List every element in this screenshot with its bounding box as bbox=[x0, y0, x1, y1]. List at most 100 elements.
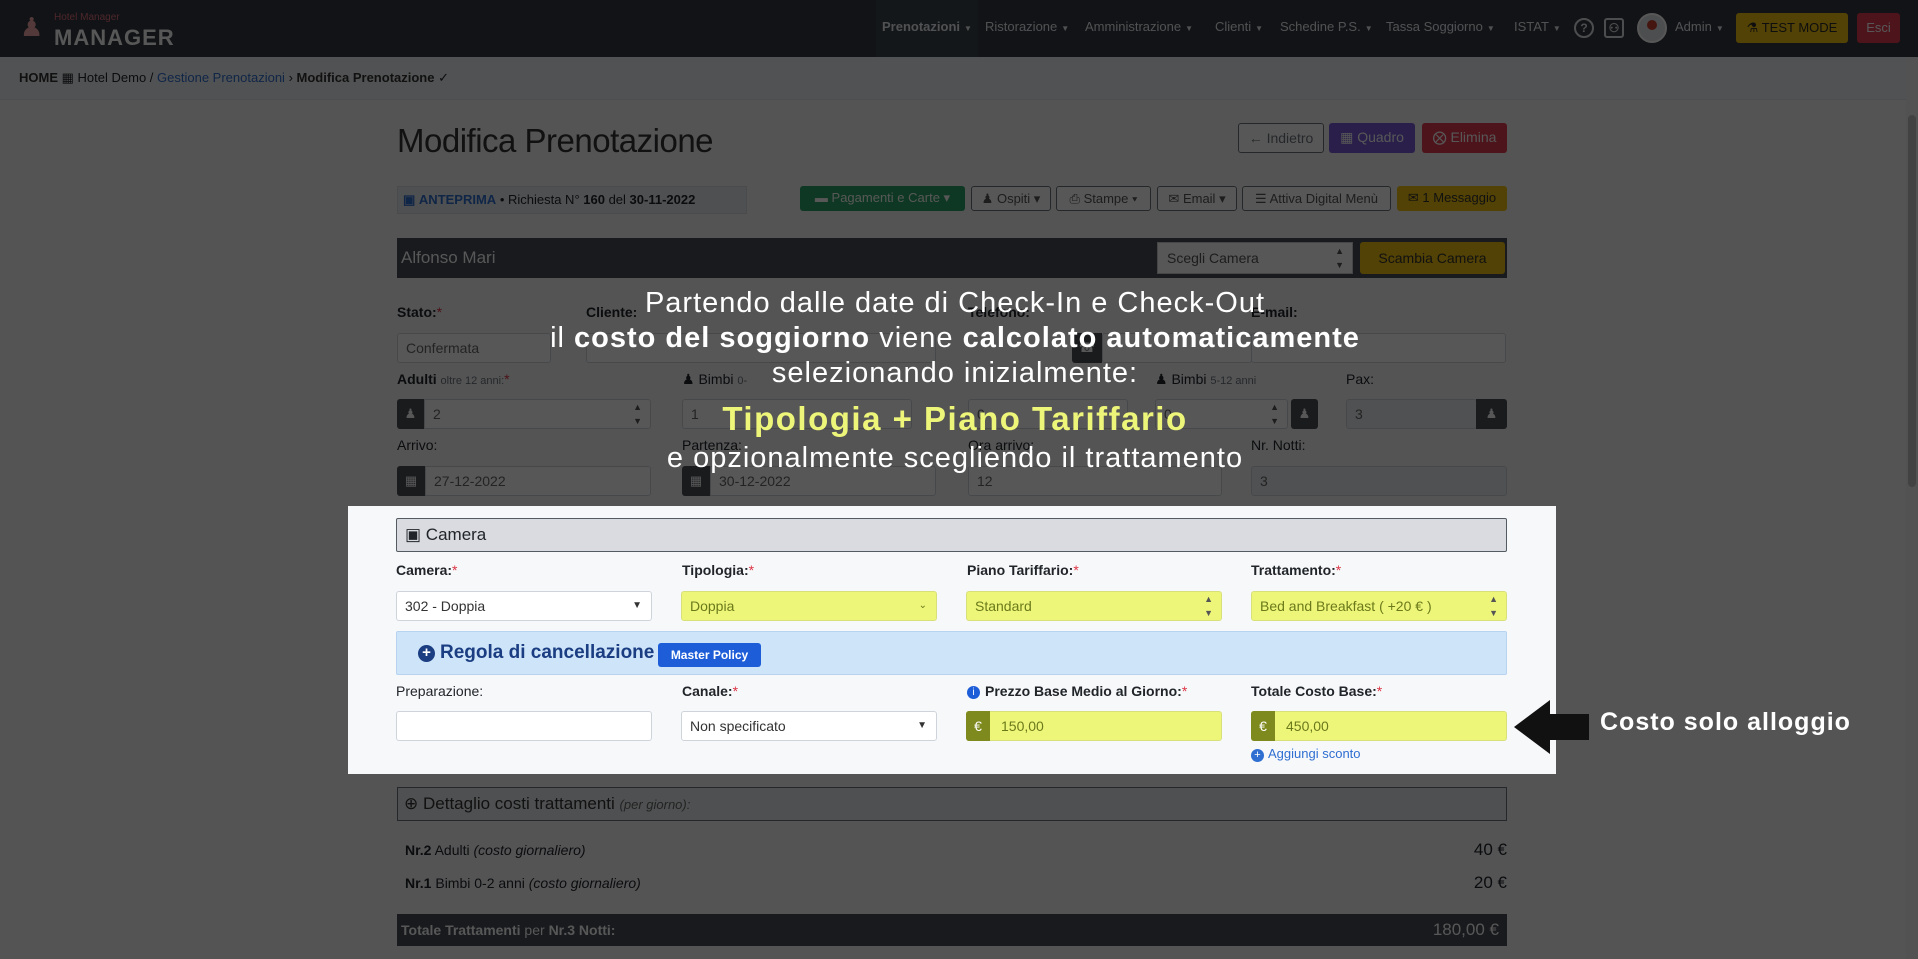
comments-icon: ✉ bbox=[1407, 190, 1419, 205]
totale-trattamenti-bar: Totale Trattamenti per Nr.3 Notti: 180,00… bbox=[397, 914, 1507, 946]
nav-tassa-soggiorno[interactable]: Tassa Soggiorno ▼ bbox=[1386, 0, 1495, 57]
info-icon[interactable]: i bbox=[967, 686, 980, 699]
avatar[interactable] bbox=[1637, 13, 1667, 43]
overlay-line-2: il costo del soggiorno viene calcolato a… bbox=[550, 322, 1360, 354]
back-button[interactable]: ← Indietro bbox=[1238, 123, 1324, 153]
badge-icon[interactable]: ⚇ bbox=[1604, 18, 1624, 38]
board-button[interactable]: ▦ Quadro bbox=[1329, 123, 1415, 153]
overlay-line-3: selezionando inizialmente: bbox=[771, 357, 1139, 389]
prints-button[interactable]: ⎙ Stampe ▾ bbox=[1056, 186, 1151, 211]
add-discount-link[interactable]: + Aggiungi sconto bbox=[1251, 746, 1361, 762]
overlay-highlight: Tipologia + Piano Tariffario bbox=[722, 400, 1188, 437]
page-scrollbar[interactable] bbox=[1906, 57, 1918, 959]
camera-select[interactable]: 302 - Doppia ▼ bbox=[396, 591, 652, 621]
dettaglio-row-adulti: Nr.2 Adulti (costo giornaliero) bbox=[405, 842, 586, 858]
monitor-icon: ▣ bbox=[403, 192, 416, 207]
trattamento-label: Trattamento:* bbox=[1251, 562, 1342, 578]
request-date: 30-11-2022 bbox=[629, 192, 696, 207]
totale-trattamenti-value: 180,00 € bbox=[1432, 920, 1499, 939]
trattamento-select[interactable]: Bed and Breakfast ( +20 € ) ▲ ▼ bbox=[1251, 591, 1507, 621]
totale-costo-field[interactable]: 450,00 bbox=[1251, 711, 1507, 741]
digital-menu-button[interactable]: ☰ Attiva Digital Menù bbox=[1242, 186, 1391, 211]
close-circle-icon: ⨂ bbox=[1432, 129, 1447, 145]
check-icon: ✓ bbox=[438, 70, 450, 85]
email-button[interactable]: ✉ Email ▾ bbox=[1157, 186, 1237, 211]
dettaglio-row-bimbi: Nr.1 Bimbi 0-2 anni (costo giornaliero) bbox=[405, 875, 641, 891]
overlay-line-5: e opzionalmente scegliendo il trattament… bbox=[666, 442, 1244, 474]
caret-down-icon: ▼ bbox=[632, 600, 642, 611]
delete-button[interactable]: ⨂ Elimina bbox=[1422, 123, 1507, 153]
nav-ristorazione[interactable]: Ristorazione ▼ bbox=[985, 0, 1069, 57]
tipologia-label: Tipologia:* bbox=[682, 562, 755, 578]
chevron-down-icon: ⌄ bbox=[918, 600, 927, 611]
arrow-callout-label: Costo solo alloggio bbox=[1600, 708, 1851, 736]
swap-room-button[interactable]: Scambia Camera bbox=[1360, 242, 1505, 274]
canale-label: Canale:* bbox=[682, 683, 739, 699]
prezzo-base-label: i Prezzo Base Medio al Giorno:* bbox=[967, 683, 1187, 699]
envelope-icon: ✉ bbox=[1168, 191, 1180, 206]
preview-info: ▣ ANTEPRIMA • Richiesta N° 160 del 30-11… bbox=[397, 186, 747, 214]
breadcrumb-gestione[interactable]: Gestione Prenotazioni bbox=[157, 70, 285, 85]
euro-icon: € bbox=[1251, 711, 1275, 741]
totale-costo-label: Totale Costo Base:* bbox=[1251, 683, 1383, 699]
guests-button[interactable]: ♟ Ospiti ▾ bbox=[971, 186, 1051, 211]
help-icon[interactable]: ? bbox=[1574, 18, 1594, 38]
nav-schedine[interactable]: Schedine P.S. ▼ bbox=[1280, 0, 1373, 57]
logout-button[interactable]: Esci bbox=[1857, 13, 1900, 43]
overlay-line-1: Partendo dalle date di Check-In e Check-… bbox=[644, 287, 1266, 319]
plus-circle-icon: + bbox=[1251, 749, 1264, 762]
arrow-left-icon bbox=[1514, 700, 1589, 754]
caret-down-icon: ▼ bbox=[1185, 24, 1194, 33]
caret-down-icon: ▼ bbox=[1364, 24, 1373, 33]
cancellation-policy-panel[interactable]: + Regola di cancellazione Master Policy bbox=[396, 631, 1507, 675]
choose-room-select[interactable]: Scegli Camera ▲ ▼ bbox=[1157, 242, 1353, 274]
caret-down-icon: ▼ bbox=[1552, 24, 1561, 33]
credit-card-icon: ▬ bbox=[814, 190, 828, 205]
prezzo-base-field[interactable]: 150,00 bbox=[966, 711, 1222, 741]
top-navbar: ♟ Hotel Manager MANAGER Prenotazioni ▼ Ri… bbox=[0, 0, 1918, 57]
plus-circle-icon: ⊕ bbox=[404, 794, 419, 813]
arrow-left-icon: ← bbox=[1248, 130, 1263, 146]
preview-label[interactable]: ANTEPRIMA bbox=[419, 192, 496, 207]
nav-amministrazione[interactable]: Amministrazione ▼ bbox=[1085, 0, 1193, 57]
caret-down-icon: ▼ bbox=[1061, 24, 1070, 33]
plus-circle-icon: + bbox=[418, 645, 435, 662]
master-policy-badge: Master Policy bbox=[658, 643, 761, 667]
breadcrumb-home[interactable]: HOME bbox=[19, 70, 58, 85]
page-title: Modifica Prenotazione bbox=[397, 122, 714, 159]
preparazione-field[interactable] bbox=[396, 711, 652, 741]
caret-down-icon: ▼ bbox=[917, 720, 927, 731]
logo-title: MANAGER bbox=[54, 25, 175, 50]
building-icon: ▦ bbox=[61, 70, 74, 85]
tipologia-select[interactable]: Doppia ⌄ bbox=[681, 591, 937, 621]
breadcrumb-current: Modifica Prenotazione bbox=[296, 70, 435, 85]
printer-icon: ⎙ bbox=[1069, 191, 1080, 206]
user-icon: ♟ bbox=[981, 191, 994, 206]
user-menu[interactable]: Admin ▼ bbox=[1675, 0, 1724, 57]
caret-down-icon: ▼ bbox=[1486, 24, 1495, 33]
piano-tariffario-label: Piano Tariffario:* bbox=[967, 562, 1079, 578]
camera-label: Camera:* bbox=[396, 562, 458, 578]
piano-tariffario-select[interactable]: Standard ▲ ▼ bbox=[966, 591, 1222, 621]
logo-subtitle: Hotel Manager bbox=[54, 12, 120, 23]
canale-select[interactable]: Non specificato ▼ bbox=[681, 711, 937, 741]
test-mode-button[interactable]: ⚗ TEST MODE bbox=[1736, 13, 1848, 43]
euro-icon: € bbox=[966, 711, 990, 741]
updown-icon: ▲ ▼ bbox=[1204, 594, 1213, 618]
request-number: 160 bbox=[583, 192, 605, 207]
scrollbar-thumb[interactable] bbox=[1908, 115, 1916, 487]
messages-button[interactable]: ✉ 1 Messaggio bbox=[1397, 186, 1507, 211]
updown-icon: ▲ ▼ bbox=[1335, 246, 1344, 270]
nav-clienti[interactable]: Clienti ▼ bbox=[1215, 0, 1263, 57]
nav-istat[interactable]: ISTAT ▼ bbox=[1514, 0, 1561, 57]
payments-button[interactable]: ▬ Pagamenti e Carte ▾ bbox=[800, 186, 965, 211]
dettaglio-value-adulti: 40 € bbox=[1473, 840, 1507, 859]
flask-icon: ⚗ bbox=[1746, 20, 1759, 35]
dettaglio-header[interactable]: ⊕ Dettaglio costi trattamenti (per giorn… bbox=[397, 787, 1507, 821]
calendar-icon: ▦ bbox=[1340, 129, 1354, 145]
breadcrumb-hotel[interactable]: Hotel Demo bbox=[78, 70, 147, 85]
cancellation-policy-title: Regola di cancellazione bbox=[440, 642, 655, 663]
nav-prenotazioni[interactable]: Prenotazioni ▼ bbox=[876, 0, 978, 57]
utensils-icon: ☰ bbox=[1255, 191, 1267, 206]
breadcrumb: HOME ▦ Hotel Demo / Gestione Prenotazion… bbox=[0, 57, 1918, 100]
